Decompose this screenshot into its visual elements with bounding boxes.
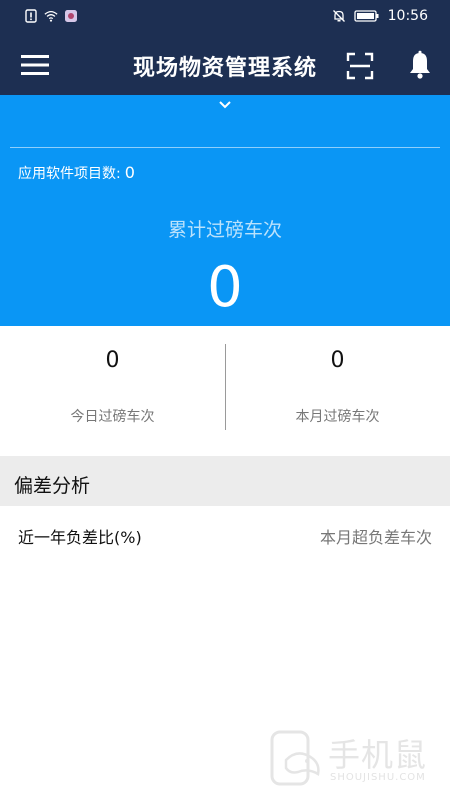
bell-icon[interactable] bbox=[405, 50, 435, 80]
scan-icon[interactable] bbox=[346, 52, 374, 80]
watermark: 手机鼠 SHOUJISHU.COM bbox=[268, 728, 436, 790]
summary-divider bbox=[10, 147, 440, 148]
section-title: 偏差分析 bbox=[14, 475, 91, 497]
project-count: 应用软件项目数: 0 bbox=[18, 163, 135, 183]
yearly-negative-ratio-link[interactable]: 近一年负差比(%) bbox=[18, 524, 142, 548]
mute-icon bbox=[332, 10, 345, 22]
app-icon bbox=[65, 10, 77, 22]
deviation-section-header: 偏差分析 bbox=[0, 456, 450, 506]
status-right-icons: 10:56 bbox=[332, 8, 428, 24]
deviation-row: 近一年负差比(%) 本月超负差车次 bbox=[0, 506, 450, 564]
monthly-over-negative-link[interactable]: 本月超负差车次 bbox=[320, 524, 432, 548]
status-time: 10:56 bbox=[387, 8, 428, 24]
wifi-icon bbox=[44, 10, 58, 22]
project-count-value: 0 bbox=[124, 163, 135, 182]
notification-icon bbox=[25, 9, 37, 23]
project-count-label: 应用软件项目数: bbox=[18, 166, 121, 182]
today-weighing-value: 0 bbox=[105, 348, 120, 373]
summary-panel: 应用软件项目数: 0 累计过磅车次 0 bbox=[0, 95, 450, 326]
chevron-down-icon[interactable] bbox=[216, 98, 234, 112]
total-weighing-value: 0 bbox=[207, 255, 243, 320]
battery-icon bbox=[353, 10, 379, 22]
total-weighing-label: 累计过磅车次 bbox=[167, 219, 282, 241]
watermark-logo-icon bbox=[270, 730, 320, 786]
page-title: 现场物资管理系统 bbox=[132, 56, 317, 81]
month-weighing-stat[interactable]: 0 本月过磅车次 bbox=[225, 326, 450, 456]
month-weighing-value: 0 bbox=[330, 348, 345, 373]
today-weighing-label: 今日过磅车次 bbox=[70, 409, 155, 425]
month-weighing-label: 本月过磅车次 bbox=[295, 409, 380, 425]
app-bar: 现场物资管理系统 bbox=[0, 34, 450, 95]
watermark-text: 手机鼠 bbox=[328, 736, 428, 774]
today-weighing-stat[interactable]: 0 今日过磅车次 bbox=[0, 326, 225, 456]
status-left-icons bbox=[24, 9, 78, 23]
watermark-subtext: SHOUJISHU.COM bbox=[330, 772, 426, 783]
weighing-stats: 0 今日过磅车次 0 本月过磅车次 bbox=[0, 326, 450, 456]
status-bar: 10:56 bbox=[0, 0, 450, 34]
